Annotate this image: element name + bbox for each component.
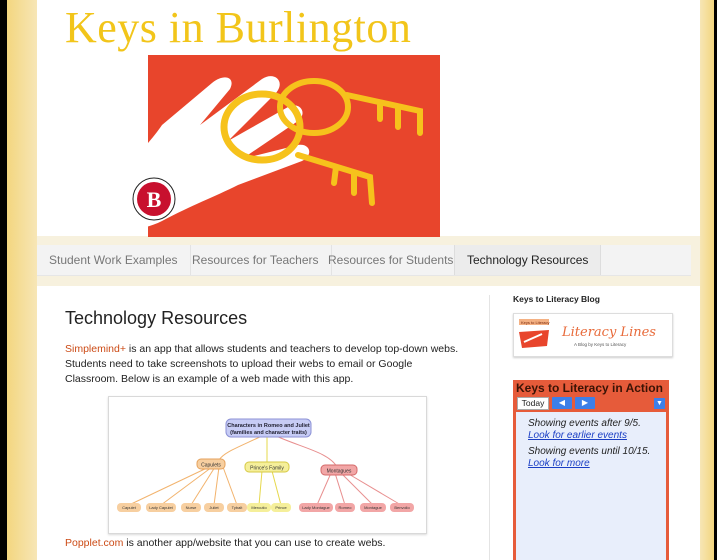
widget-title: Literacy Lines <box>561 325 656 340</box>
calendar-event-list: Showing events after 9/5. Look for earli… <box>516 412 666 560</box>
mindmap-branch-prince: Prince's Family <box>250 466 284 472</box>
calendar-title: Keys to Literacy in Action <box>516 381 663 395</box>
mindmap-branch-capulets: Capulets <box>201 463 221 469</box>
post-paragraph-2: Popplet.com is another app/website that … <box>65 537 465 549</box>
column-divider <box>489 295 490 560</box>
mindmap-leaf: Juliet <box>209 505 219 510</box>
blog-title[interactable]: Keys in Burlington <box>65 2 411 53</box>
calendar-entry-later: Showing events until 10/15. Look for mor… <box>528 446 658 470</box>
header-banner-image: B <box>102 55 440 237</box>
chevron-right-icon: ▶ <box>581 398 589 407</box>
mindmap-leaf: Lady Capulet <box>149 505 173 510</box>
mindmap-leaf: Romeo <box>339 505 353 510</box>
popplet-link[interactable]: Popplet.com <box>65 537 123 549</box>
tab-resources-for-students[interactable]: Resources for Students <box>316 245 467 275</box>
mindmap-leaf: Benvolio <box>394 505 410 510</box>
chevron-left-icon: ◀ <box>558 398 566 407</box>
calendar-menu-button[interactable]: ▼ <box>654 398 665 409</box>
background-right <box>700 0 714 560</box>
more-events-link[interactable]: Look for more <box>528 458 590 469</box>
nav-tabs: Student Work Examples Resources for Teac… <box>37 245 691 276</box>
tab-technology-resources[interactable]: Technology Resources <box>454 245 602 275</box>
mindmap-leaf: Prince <box>275 505 287 510</box>
earlier-events-link[interactable]: Look for earlier events <box>528 430 627 441</box>
mindmap-branch-montagues: Montagues <box>327 469 352 475</box>
mindmap-leaf: Capulet <box>122 505 137 510</box>
calendar-widget: Keys to Literacy in Action Today ◀ ▶ ▼ S… <box>513 380 669 560</box>
svg-text:B: B <box>147 187 162 212</box>
sidebar-blog-heading: Keys to Literacy Blog <box>513 294 600 304</box>
tab-student-work-examples[interactable]: Student Work Examples <box>37 245 191 275</box>
mindmap-leaf: Nurse <box>186 505 197 510</box>
simplemind-link[interactable]: Simplemind+ <box>65 343 126 355</box>
post-paragraph-1: Simplemind+ is an app that allows studen… <box>65 342 465 387</box>
window-edge-left <box>0 0 7 560</box>
mindmap-leaf: Mercutio <box>251 505 267 510</box>
post-paragraph-2-text: is another app/website that you can use … <box>123 537 386 549</box>
mindmap-leaf: Montague <box>364 505 383 510</box>
mindmap-leaf: Lady Montague <box>302 505 330 510</box>
calendar-next-button[interactable]: ▶ <box>575 397 595 409</box>
mindmap-leaf: Tybalt <box>232 505 244 510</box>
chevron-down-icon: ▼ <box>656 400 663 407</box>
widget-subtitle: A Blog by Keys to Literacy <box>574 342 627 347</box>
calendar-entry-text: Showing events until 10/15. <box>528 446 651 457</box>
mindmap-image[interactable]: Characters in Romeo and Juliet (families… <box>108 396 427 534</box>
calendar-entry-earlier: Showing events after 9/5. Look for earli… <box>528 418 658 442</box>
literacy-lines-widget[interactable]: Keys to Literacy Literacy Lines A Blog b… <box>513 313 673 357</box>
background-left <box>7 0 37 560</box>
tab-resources-for-teachers[interactable]: Resources for Teachers <box>180 245 332 275</box>
widget-small-label: Keys to Literacy <box>521 320 549 325</box>
post-title: Technology Resources <box>65 308 248 328</box>
mindmap-root-line2: (families and character traits) <box>230 430 307 436</box>
calendar-today-button[interactable]: Today <box>517 397 549 410</box>
mindmap-root-line1: Characters in Romeo and Juliet <box>227 423 310 429</box>
calendar-prev-button[interactable]: ◀ <box>552 397 572 409</box>
calendar-entry-text: Showing events after 9/5. <box>528 418 641 429</box>
